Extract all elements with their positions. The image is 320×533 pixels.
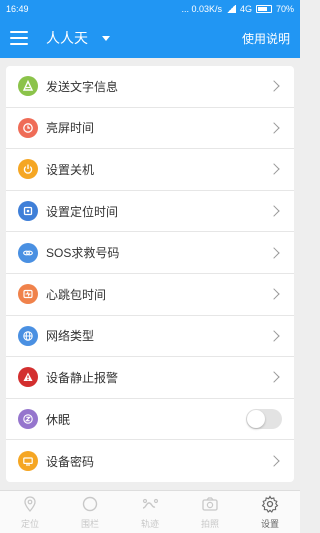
settings-list: 发送文字信息 亮屏时间设置关机设置定位时间 SOS求救号码 心跳包时间网络类型设备静止… [6, 66, 294, 482]
camera-icon [201, 495, 219, 517]
sleep-toggle[interactable] [246, 409, 282, 430]
battery-level: 70% [275, 4, 294, 14]
tab-label: 设置 [260, 518, 279, 529]
settings-row-label: 休眠 [46, 412, 71, 427]
sleep-icon [18, 409, 38, 430]
device-name[interactable]: 人人天 [46, 28, 88, 48]
settings-row[interactable]: 休眠 [6, 399, 294, 441]
tab-track[interactable]: 轨迹 [120, 491, 180, 533]
tab-fence-circle[interactable]: 围栏 [60, 491, 120, 533]
settings-row-label: 心跳包时间 [46, 287, 107, 302]
tab-label: 围栏 [80, 518, 99, 529]
power-icon [18, 159, 38, 180]
text-message-icon [18, 76, 38, 97]
network-speed: ... 0.03K/s [181, 4, 222, 14]
chevron-right-icon [268, 163, 280, 176]
globe-icon [18, 325, 38, 346]
fence-circle-icon [81, 495, 99, 517]
settings-row[interactable]: 设置定位时间 [6, 191, 294, 233]
settings-row-label: SOS求救号码 [46, 246, 120, 261]
tab-location-pin[interactable]: 定位 [0, 491, 60, 533]
chevron-right-icon [268, 80, 280, 92]
settings-row[interactable]: 心跳包时间 [6, 274, 294, 316]
settings-row-label: 设备静止报警 [46, 370, 119, 385]
settings-row[interactable]: 设备静止报警 [6, 357, 294, 399]
help-link[interactable]: 使用说明 [242, 30, 290, 47]
settings-row-label: 网络类型 [46, 329, 95, 344]
chevron-right-icon [268, 288, 280, 300]
settings-row-label: 发送文字信息 [46, 79, 119, 94]
chevron-right-icon [268, 371, 280, 384]
settings-row-label: 设置关机 [46, 162, 95, 177]
app-bar: 人人天 使用说明 [0, 18, 300, 58]
status-right: ... 0.03K/s 4G 70% [181, 4, 294, 14]
settings-row[interactable]: 发送文字信息 [6, 66, 294, 108]
settings-row-label: 设备密码 [46, 454, 95, 469]
bottom-tab-bar: 定位 围栏 轨迹 拍照 设置 [0, 490, 300, 533]
password-icon [18, 451, 38, 472]
chevron-right-icon [268, 455, 280, 467]
settings-gear-icon [261, 494, 279, 517]
settings-row[interactable]: SOS求救号码 [6, 232, 294, 274]
settings-row[interactable]: 设置关机 [6, 149, 294, 191]
locate-icon [18, 201, 38, 222]
chevron-right-icon [268, 205, 280, 217]
signal-icon [225, 5, 236, 13]
status-time: 16:49 [6, 4, 29, 14]
track-icon [141, 495, 159, 517]
settings-row-label: 设置定位时间 [46, 204, 119, 219]
chevron-right-icon [268, 122, 280, 134]
status-bar: 16:49 ... 0.03K/s 4G 70% [0, 0, 300, 18]
network-type: 4G [239, 4, 252, 14]
clock-icon [18, 117, 38, 138]
tab-camera[interactable]: 拍照 [180, 491, 240, 533]
tab-label: 定位 [20, 518, 39, 529]
settings-row-label: 亮屏时间 [46, 121, 95, 136]
device-dropdown-icon[interactable] [102, 35, 110, 41]
chevron-right-icon [268, 330, 280, 342]
tab-label: 拍照 [200, 518, 219, 529]
location-pin-icon [21, 495, 39, 517]
menu-icon[interactable] [10, 31, 28, 45]
battery-icon [255, 5, 272, 13]
chevron-right-icon [268, 247, 280, 259]
tab-settings-gear[interactable]: 设置 [240, 491, 300, 533]
toggle-knob [247, 410, 265, 429]
link-icon [18, 242, 38, 263]
heartbeat-icon [18, 284, 38, 305]
settings-row[interactable]: 亮屏时间 [6, 108, 294, 150]
settings-row[interactable]: 网络类型 [6, 316, 294, 358]
warning-icon [18, 367, 38, 388]
settings-row[interactable]: 设备密码 [6, 440, 294, 482]
tab-label: 轨迹 [140, 518, 159, 529]
